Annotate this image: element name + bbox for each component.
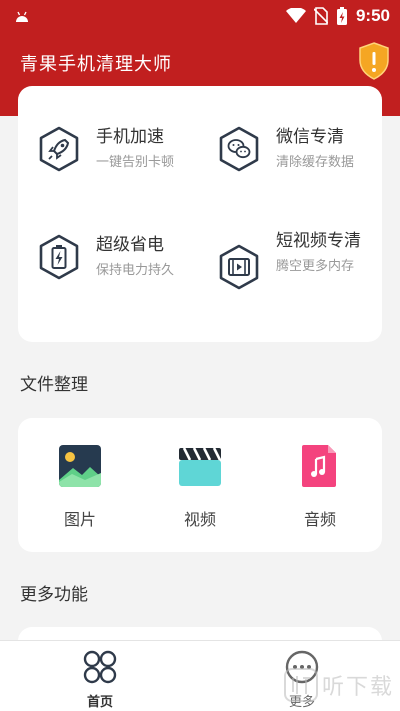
file-section-title: 文件整理	[20, 375, 88, 395]
status-bar: 9:50	[0, 0, 400, 32]
rocket-icon	[39, 126, 79, 172]
file-item-label: 音频	[303, 510, 336, 529]
watermark: 听下载	[283, 668, 394, 702]
feature-title: 微信专清	[276, 127, 344, 147]
file-item-audio[interactable]: 音频	[280, 444, 360, 530]
app-title: 青果手机清理大师	[20, 54, 172, 75]
feature-subtitle: 腾空更多内存	[276, 259, 355, 274]
feature-short-video-clean[interactable]: 短视频专清 腾空更多内存	[218, 230, 376, 290]
video-icon	[219, 244, 259, 290]
status-time: 9:50	[355, 6, 390, 25]
features-card: 手机加速 一键告别卡顿 微信专清 清除缓存数据 超级省电 保持电力持久 短视频专…	[18, 86, 382, 342]
watermark-text: 听下载	[321, 675, 394, 700]
nav-home-label: 首页	[86, 695, 113, 710]
feature-title: 短视频专清	[276, 231, 361, 251]
no-sim-icon	[313, 7, 328, 25]
feature-subtitle: 保持电力持久	[96, 263, 175, 278]
image-icon	[59, 445, 101, 487]
music-file-icon	[302, 445, 336, 487]
nav-home[interactable]: 首页	[78, 649, 122, 710]
wechat-icon	[219, 126, 259, 172]
watermark-logo-icon	[283, 668, 318, 702]
wifi-icon	[285, 8, 306, 23]
feature-title: 超级省电	[96, 235, 164, 255]
clapperboard-icon	[179, 447, 222, 486]
feature-title: 手机加速	[96, 127, 164, 147]
battery-icon	[39, 234, 79, 280]
android-icon	[16, 11, 28, 22]
file-item-images[interactable]: 图片	[40, 444, 120, 530]
home-icon	[83, 650, 117, 684]
file-item-label: 视频	[183, 510, 216, 529]
feature-wechat-clean[interactable]: 微信专清 清除缓存数据	[218, 126, 354, 172]
feature-subtitle: 清除缓存数据	[276, 155, 355, 170]
feature-phone-boost[interactable]: 手机加速 一键告别卡顿	[38, 126, 174, 172]
file-card: 图片 视频 音频	[18, 418, 382, 552]
file-item-label: 图片	[63, 510, 96, 529]
more-section-title: 更多功能	[20, 585, 88, 605]
shield-warning-icon[interactable]	[358, 42, 390, 80]
battery-charging-icon	[336, 7, 347, 25]
file-item-videos[interactable]: 视频	[160, 444, 240, 530]
feature-subtitle: 一键告别卡顿	[96, 155, 175, 170]
feature-power-saving[interactable]: 超级省电 保持电力持久	[38, 234, 174, 280]
